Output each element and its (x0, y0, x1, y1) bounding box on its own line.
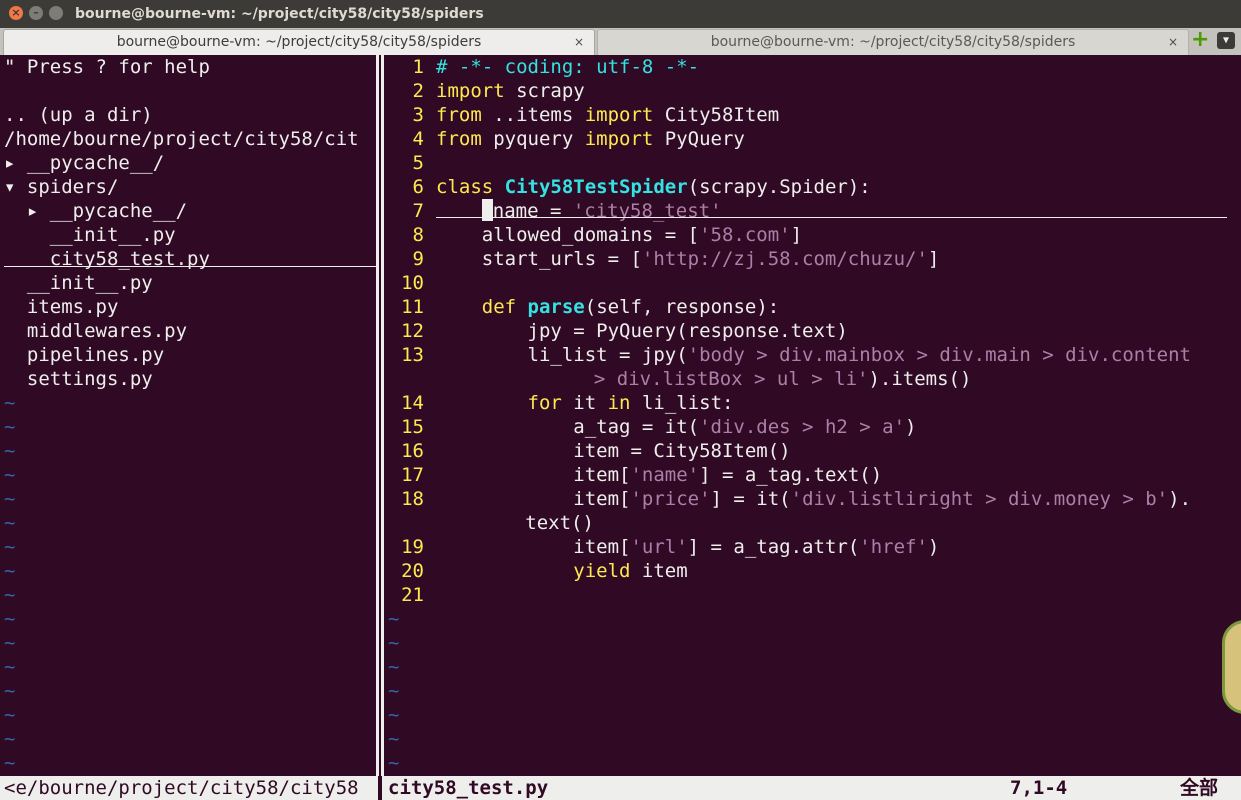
tree-item-items[interactable]: items.py (4, 295, 376, 319)
tree-blank-line (4, 79, 376, 103)
tab-menu-chevron-down-icon[interactable]: ▼ (1217, 32, 1235, 49)
code-line-5: 5 (412, 152, 424, 174)
tilde-filler: ~ (4, 680, 16, 702)
tree-item-city58-test[interactable]: city58_test.py (4, 247, 376, 271)
vim-status-line: <e/bourne/project/city58/city58 city58_t… (0, 776, 1241, 800)
tab-label: bourne@bourne-vm: ~/project/city58/city5… (710, 34, 1076, 50)
tilde-filler: ~ (388, 632, 400, 654)
tilde-filler: ~ (4, 536, 16, 558)
code-line-18-wrap: text() (388, 512, 594, 534)
tilde-filler: ~ (388, 704, 400, 726)
tilde-filler: ~ (388, 656, 400, 678)
nerdtree-status-path: <e/bourne/project/city58/city58 (4, 777, 359, 799)
tilde-filler: ~ (388, 728, 400, 750)
vertical-split-divider[interactable] (376, 55, 384, 776)
tab-terminal-2[interactable]: bourne@bourne-vm: ~/project/city58/city5… (597, 29, 1189, 55)
tilde-filler: ~ (4, 416, 16, 438)
tab-close-icon[interactable]: × (1168, 30, 1178, 55)
status-divider (378, 776, 382, 800)
cursorline-underline (436, 217, 1227, 218)
code-line-3: 3 from ..items import City58Item (412, 104, 780, 126)
tab-close-icon[interactable]: × (574, 30, 584, 55)
status-scroll-indicator: 全部 (1180, 777, 1219, 799)
code-line-13-wrap: > div.listBox > ul > li').items() (593, 368, 972, 390)
code-line-13: 13 li_list = jpy('body > div.mainbox > d… (401, 344, 1191, 366)
floating-assistant-avatar[interactable] (1222, 620, 1241, 714)
tab-label: bourne@bourne-vm: ~/project/city58/city5… (116, 34, 482, 50)
status-filename: city58_test.py (388, 777, 549, 799)
tilde-filler: ~ (4, 632, 16, 654)
tree-up-dir[interactable]: .. (up a dir) (4, 103, 376, 127)
code-line-4: 4 from pyquery import PyQuery (412, 128, 745, 150)
tree-item-spiders-dir[interactable]: ▾ spiders/ (4, 175, 376, 199)
status-cursor-position: 7,1-4 (1010, 777, 1068, 799)
tree-item-settings[interactable]: settings.py (4, 367, 376, 391)
code-line-8: 8 allowed_domains = ['58.com'] (412, 224, 803, 246)
tree-item-spiders-init[interactable]: __init__.py (4, 223, 376, 247)
tilde-filler: ~ (4, 584, 16, 606)
code-line-15: 15 a_tag = it('div.des > h2 > a') (401, 416, 917, 438)
code-line-6: 6 class City58TestSpider(scrapy.Spider): (412, 176, 871, 198)
code-line-1: 1 # -*- coding: utf-8 -*- (412, 56, 700, 78)
tilde-filler: ~ (4, 728, 16, 750)
tab-terminal-1[interactable]: bourne@bourne-vm: ~/project/city58/city5… (3, 29, 595, 55)
window-title: bourne@bourne-vm: ~/project/city58/city5… (75, 6, 484, 22)
code-line-20: 20 yield item (401, 560, 688, 582)
code-line-18: 18 item['price'] = it('div.listliright >… (401, 488, 1192, 510)
tree-item-spiders-pycache[interactable]: ▸ __pycache__/ (4, 199, 376, 223)
code-line-9: 9 start_urls = ['http://zj.58.com/chuzu/… (412, 248, 940, 270)
minimize-window-button[interactable]: – (29, 6, 43, 20)
tree-item-init[interactable]: __init__.py (4, 271, 376, 295)
tree-root-path[interactable]: /home/bourne/project/city58/cit (4, 127, 376, 151)
tilde-filler: ~ (388, 608, 400, 630)
tree-item-middlewares[interactable]: middlewares.py (4, 319, 376, 343)
maximize-window-button[interactable] (49, 6, 63, 20)
code-line-12: 12 jpy = PyQuery(response.text) (401, 320, 848, 342)
tree-item-pipelines[interactable]: pipelines.py (4, 343, 376, 367)
tab-bar: bourne@bourne-vm: ~/project/city58/city5… (0, 28, 1241, 55)
window-titlebar: × – bourne@bourne-vm: ~/project/city58/c… (0, 0, 1241, 29)
new-tab-plus-icon[interactable]: + (1191, 29, 1209, 51)
terminal-area[interactable]: " Press ? for help .. (up a dir) /home/b… (0, 55, 1241, 800)
code-line-10: 10 (401, 272, 424, 294)
tree-help-line: " Press ? for help (4, 56, 210, 78)
code-line-11: 11 def parse(self, response): (401, 296, 780, 318)
tree-cursor-underline (4, 266, 376, 267)
tilde-filler: ~ (4, 440, 16, 462)
code-line-7: 7 name = 'city58_test' (412, 199, 722, 222)
tilde-filler: ~ (4, 560, 16, 582)
code-line-19: 19 item['url'] = a_tag.attr('href') (401, 536, 940, 558)
tilde-filler: ~ (4, 488, 16, 510)
tree-item-pycache-dir[interactable]: ▸ __pycache__/ (4, 151, 376, 175)
code-line-16: 16 item = City58Item() (401, 440, 791, 462)
tilde-filler: ~ (4, 512, 16, 534)
code-line-17: 17 item['name'] = a_tag.text() (401, 464, 883, 486)
tilde-filler: ~ (4, 704, 16, 726)
code-line-21: 21 (401, 584, 424, 606)
close-window-button[interactable]: × (9, 6, 23, 20)
tilde-filler: ~ (388, 680, 400, 702)
tilde-filler: ~ (4, 392, 16, 414)
tilde-filler: ~ (4, 464, 16, 486)
tilde-filler: ~ (388, 752, 400, 774)
tilde-filler: ~ (4, 656, 16, 678)
code-line-2: 2 import scrapy (412, 80, 585, 102)
tilde-filler: ~ (4, 608, 16, 630)
tilde-filler: ~ (4, 752, 16, 774)
code-line-14: 14 for it in li_list: (401, 392, 734, 414)
